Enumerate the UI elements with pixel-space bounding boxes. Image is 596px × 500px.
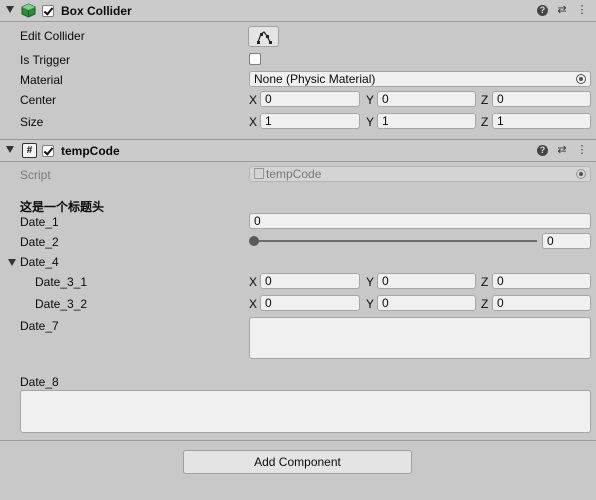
center-x-field[interactable]: 0 (260, 91, 360, 107)
date2-slider-thumb[interactable] (249, 236, 259, 246)
date8-textarea[interactable] (20, 390, 591, 433)
date32-label: Date_3_2 (35, 297, 88, 311)
preset-icon[interactable]: ⇄ (556, 143, 568, 157)
edit-collider-button[interactable] (248, 26, 279, 47)
date2-slider-track[interactable] (254, 240, 537, 242)
foldout-arrow-icon[interactable] (6, 6, 14, 13)
temp-code-enabled-checkbox[interactable] (42, 145, 54, 157)
foldout-arrow-icon[interactable] (6, 146, 14, 153)
help-icon[interactable]: ? (537, 145, 548, 156)
size-x-field[interactable]: 1 (260, 113, 360, 129)
date31-z-axis-label: Z (481, 275, 489, 289)
object-picker-icon[interactable] (576, 74, 586, 84)
divider (0, 440, 596, 441)
date32-y-axis-label: Y (366, 297, 375, 311)
date1-label: Date_1 (20, 215, 59, 229)
date32-z-field[interactable]: 0 (492, 295, 591, 311)
material-value: None (Physic Material) (254, 72, 376, 86)
date31-x-field[interactable]: 0 (260, 273, 360, 289)
date31-y-field[interactable]: 0 (377, 273, 476, 289)
context-menu-icon[interactable]: ⋮ (576, 3, 588, 17)
temp-code-header[interactable]: # tempCode ? ⇄ ⋮ (0, 139, 596, 162)
size-label: Size (20, 115, 44, 129)
size-y-axis-label: Y (366, 115, 375, 129)
date32-y-field[interactable]: 0 (377, 295, 476, 311)
date7-textarea[interactable] (249, 317, 591, 359)
object-picker-icon (576, 169, 586, 179)
size-y-field[interactable]: 1 (377, 113, 476, 129)
preset-icon[interactable]: ⇄ (556, 3, 568, 17)
is-trigger-checkbox[interactable] (249, 53, 261, 65)
box-collider-icon (21, 3, 36, 18)
center-z-field[interactable]: 0 (492, 91, 591, 107)
date2-label: Date_2 (20, 235, 59, 249)
context-menu-icon[interactable]: ⋮ (576, 143, 588, 157)
center-x-axis-label: X (249, 93, 258, 107)
date8-label: Date_8 (20, 375, 59, 389)
edit-collider-label: Edit Collider (20, 29, 85, 43)
add-component-button[interactable]: Add Component (183, 450, 412, 474)
center-y-field[interactable]: 0 (377, 91, 476, 107)
date1-field[interactable]: 0 (249, 213, 591, 229)
date32-z-axis-label: Z (481, 297, 489, 311)
size-x-axis-label: X (249, 115, 258, 129)
center-y-axis-label: Y (366, 93, 375, 107)
is-trigger-label: Is Trigger (20, 53, 71, 67)
material-field[interactable]: None (Physic Material) (249, 71, 591, 87)
date31-y-axis-label: Y (366, 275, 375, 289)
section-header: 这是一个标题头 (20, 200, 105, 214)
component-title: tempCode (61, 144, 120, 158)
center-label: Center (20, 93, 57, 107)
box-collider-enabled-checkbox[interactable] (42, 5, 54, 17)
date4-label[interactable]: Date_4 (20, 255, 59, 269)
date4-foldout-arrow-icon[interactable] (8, 259, 16, 266)
date31-x-axis-label: X (249, 275, 258, 289)
script-icon: # (22, 143, 37, 158)
component-title: Box Collider (61, 4, 132, 18)
script-value: tempCode (266, 167, 322, 181)
date31-z-field[interactable]: 0 (492, 273, 591, 289)
size-z-axis-label: Z (481, 115, 489, 129)
date7-label: Date_7 (20, 319, 59, 333)
date2-value-field[interactable]: 0 (542, 233, 591, 249)
script-field: tempCode (249, 166, 591, 182)
center-z-axis-label: Z (481, 93, 489, 107)
script-file-icon (254, 168, 264, 179)
edit-collider-icon (256, 31, 272, 44)
date32-x-field[interactable]: 0 (260, 295, 360, 311)
help-icon[interactable]: ? (537, 5, 548, 16)
box-collider-header[interactable]: Box Collider ? ⇄ ⋮ (0, 0, 596, 22)
date32-x-axis-label: X (249, 297, 258, 311)
material-label: Material (20, 73, 63, 87)
size-z-field[interactable]: 1 (492, 113, 591, 129)
script-label: Script (20, 168, 51, 182)
date31-label: Date_3_1 (35, 275, 88, 289)
